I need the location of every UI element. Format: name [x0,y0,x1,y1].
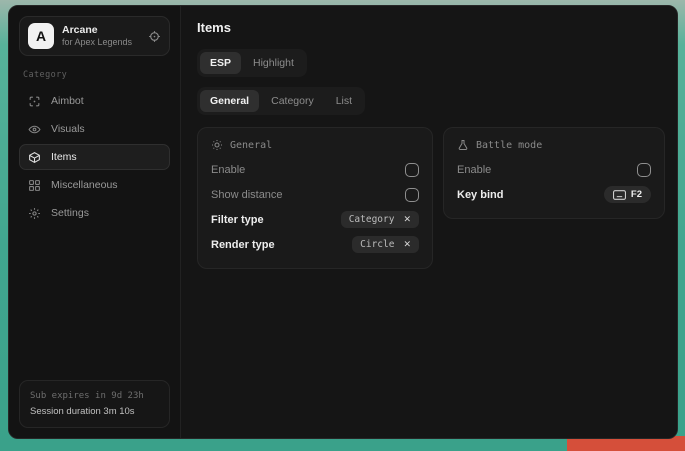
sidebar-item-label: Miscellaneous [51,179,118,191]
setting-row-render-type: Render type Circle ✕ [211,232,419,257]
sun-icon [211,139,223,151]
filter-type-value: Category [349,214,395,225]
render-type-select[interactable]: Circle ✕ [352,236,419,253]
tab-category[interactable]: Category [261,90,324,112]
app-title: Arcane [62,24,140,37]
panel-battle-mode: Battle mode Enable Key bind [443,127,665,219]
category-section-label: Category [23,70,168,80]
tab-general[interactable]: General [200,90,259,112]
setting-label: Render type [211,239,275,251]
battle-enable-checkbox[interactable] [637,163,651,177]
panel-title: Battle mode [476,140,542,151]
setting-row-show-distance: Show distance [211,182,419,207]
mode-tabs: ESP Highlight [197,49,307,77]
render-type-value: Circle [360,239,394,250]
setting-row-enable: Enable [211,157,419,182]
setting-row-enable: Enable [457,157,651,182]
package-icon [28,151,41,164]
clear-icon[interactable]: ✕ [403,239,411,250]
gear-icon [28,207,41,220]
key-bind-value: F2 [631,189,642,200]
eye-icon [28,123,41,136]
tab-list[interactable]: List [326,90,362,112]
panel-general-header: General [211,139,419,151]
panel-battle-mode-header: Battle mode [457,139,651,151]
setting-label: Enable [211,164,245,176]
session-duration-text: Session duration 3m 10s [30,404,159,419]
clear-icon[interactable]: ✕ [403,214,411,225]
panel-general: General Enable Show distance Filter type… [197,127,433,269]
target-icon[interactable] [148,30,161,43]
subscription-info-card: Sub expires in 9d 23h Session duration 3… [19,380,170,428]
sidebar-item-miscellaneous[interactable]: Miscellaneous [19,172,170,198]
sub-expiry-text: Sub expires in 9d 23h [30,389,159,403]
setting-label: Filter type [211,214,264,226]
panel-title: General [230,140,272,151]
setting-label: Enable [457,164,491,176]
setting-row-key-bind: Key bind F2 [457,182,651,207]
main-content: Items ESP Highlight General Category Lis… [181,6,678,438]
sidebar-item-label: Visuals [51,123,85,135]
page-title: Items [197,20,665,35]
enable-checkbox[interactable] [405,163,419,177]
sidebar-item-visuals[interactable]: Visuals [19,116,170,142]
show-distance-checkbox[interactable] [405,188,419,202]
tab-highlight[interactable]: Highlight [243,52,304,74]
sidebar-item-label: Settings [51,207,89,219]
tab-esp[interactable]: ESP [200,52,241,74]
sub-tabs: General Category List [197,87,365,115]
keyboard-icon [613,190,626,200]
panels-row: General Enable Show distance Filter type… [197,127,665,269]
setting-label: Key bind [457,189,503,201]
sidebar: A Arcane for Apex Legends Category Aimbo [9,6,181,438]
sidebar-item-aimbot[interactable]: Aimbot [19,88,170,114]
app-subtitle: for Apex Legends [62,37,140,48]
key-bind-button[interactable]: F2 [604,186,651,203]
setting-label: Show distance [211,189,283,201]
sidebar-item-items[interactable]: Items [19,144,170,170]
crosshair-icon [28,95,41,108]
setting-row-filter-type: Filter type Category ✕ [211,207,419,232]
app-window: A Arcane for Apex Legends Category Aimbo [8,5,678,439]
grid-icon [28,179,41,192]
filter-type-select[interactable]: Category ✕ [341,211,419,228]
sidebar-item-label: Aimbot [51,95,84,107]
sidebar-item-label: Items [51,151,77,163]
logo-text: Arcane for Apex Legends [62,24,140,48]
sidebar-item-settings[interactable]: Settings [19,200,170,226]
app-logo: A [28,23,54,49]
logo-card: A Arcane for Apex Legends [19,16,170,56]
flask-icon [457,139,469,151]
